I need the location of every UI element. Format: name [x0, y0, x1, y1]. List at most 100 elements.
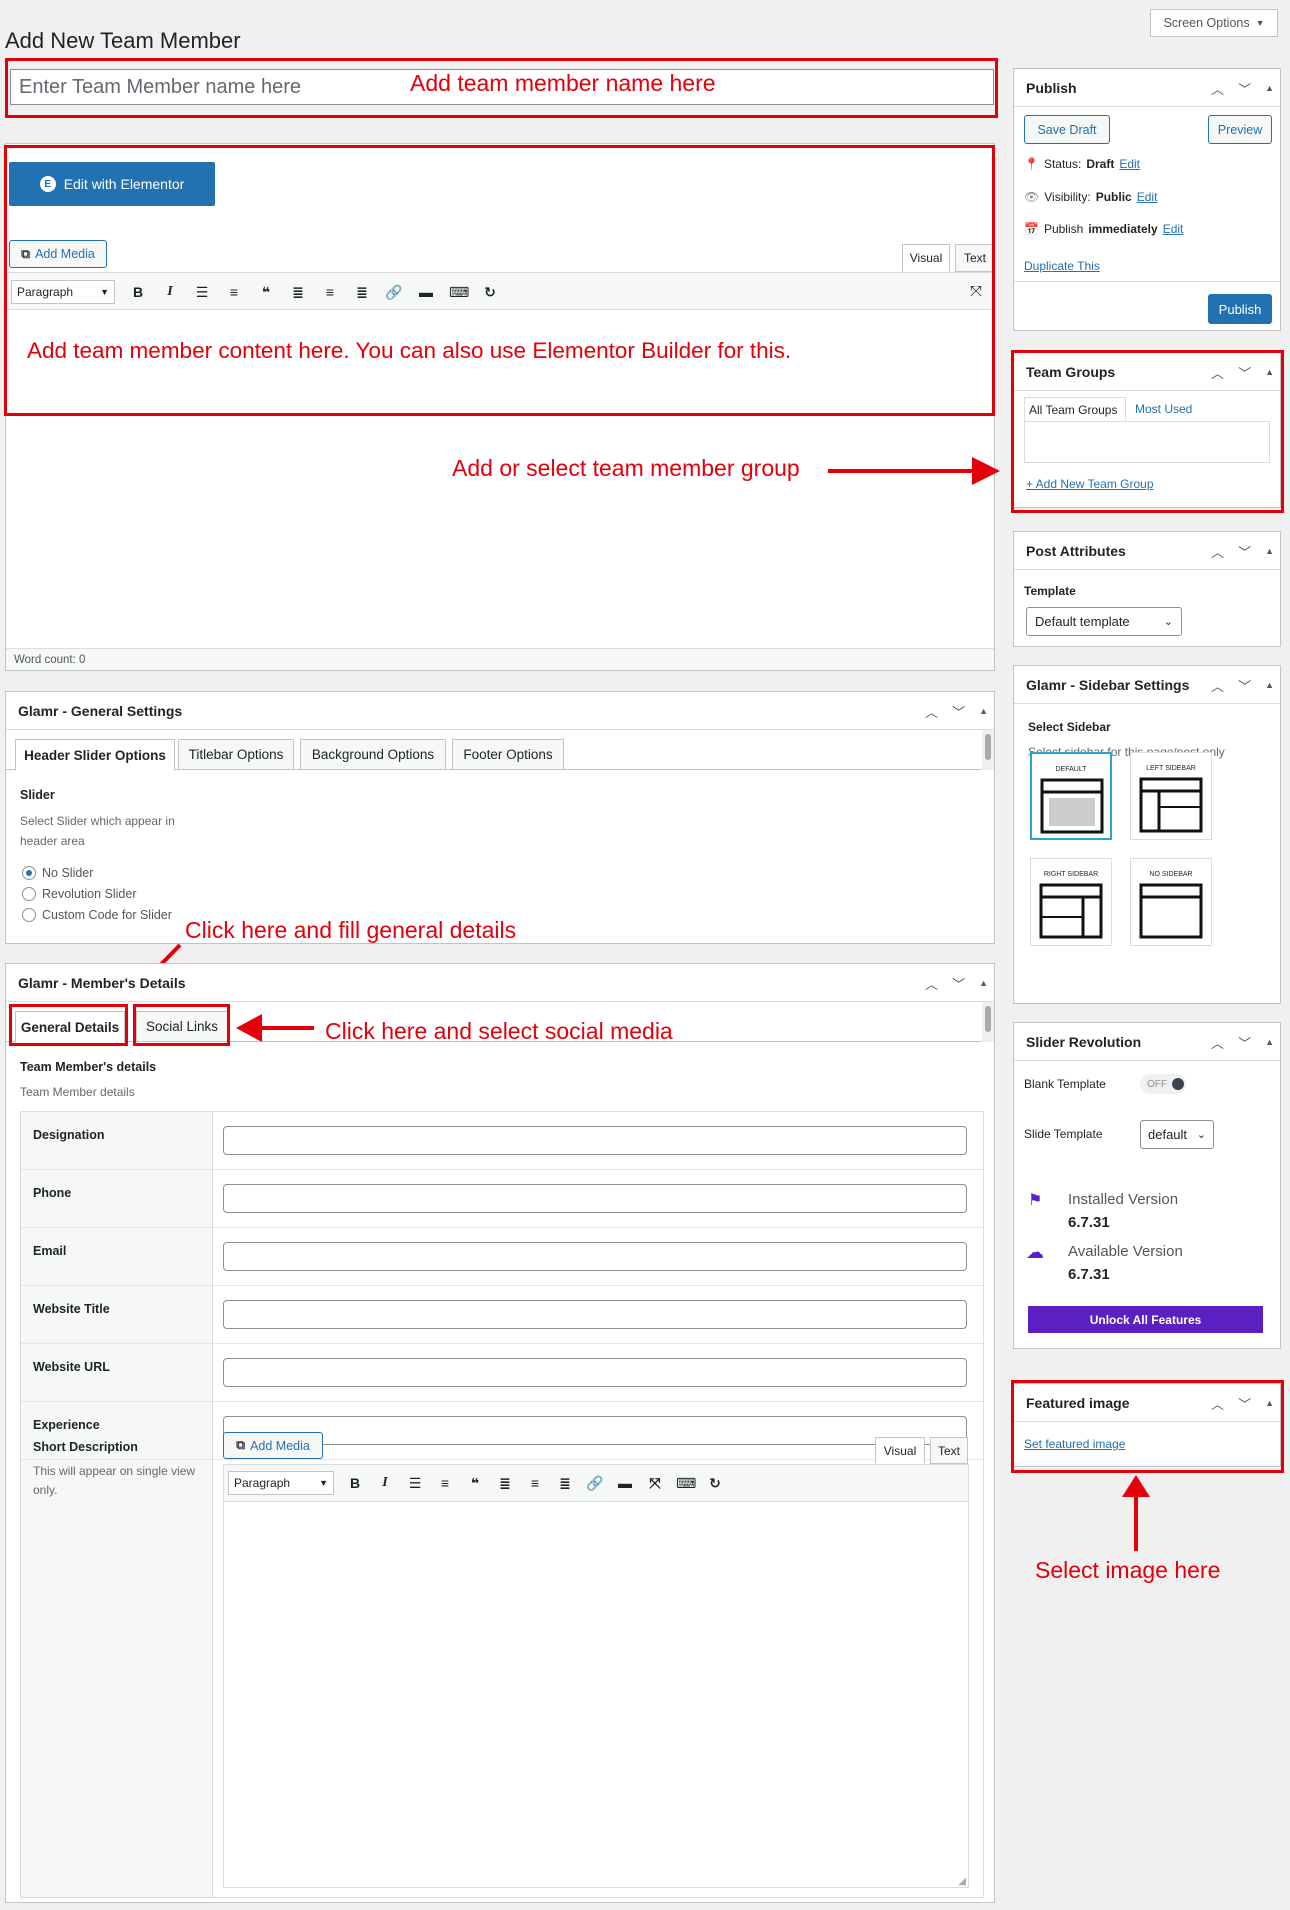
slide-template-select[interactable]: default ⌄ [1140, 1120, 1214, 1149]
template-select[interactable]: Default template ⌄ [1026, 607, 1182, 636]
tab-all-team-groups[interactable]: All Team Groups [1024, 397, 1126, 421]
bullet-list-icon[interactable]: ☰ [193, 284, 211, 301]
move-up-icon[interactable]: ︿ [1211, 363, 1224, 382]
tab-header-slider[interactable]: Header Slider Options [15, 739, 175, 771]
move-down-icon[interactable]: ﹀ [1238, 1394, 1251, 1413]
radio-no-slider[interactable]: No Slider [22, 866, 172, 880]
member-scrollbar[interactable] [982, 1002, 994, 1042]
collapse-icon[interactable]: ▲ [1265, 83, 1274, 93]
field-input[interactable] [223, 1300, 967, 1329]
tab-titlebar[interactable]: Titlebar Options [178, 739, 294, 770]
general-scrollbar[interactable] [982, 730, 994, 770]
field-input[interactable] [223, 1358, 967, 1387]
move-up-icon[interactable]: ︿ [925, 702, 938, 721]
move-down-icon[interactable]: ﹀ [952, 974, 965, 993]
toolbar-toggle-icon[interactable]: ⌨ [676, 1475, 696, 1492]
move-up-icon[interactable]: ︿ [1211, 1033, 1224, 1052]
collapse-icon[interactable]: ▲ [1265, 680, 1274, 690]
tab-footer[interactable]: Footer Options [452, 739, 564, 770]
fullscreen-icon[interactable]: ⤧ [970, 283, 982, 300]
short-desc-textarea[interactable]: ◢ [223, 1502, 969, 1888]
italic-icon[interactable]: I [376, 1475, 394, 1491]
blank-template-toggle[interactable]: OFF [1140, 1074, 1186, 1094]
tab-visual[interactable]: Visual [902, 244, 950, 272]
move-up-icon[interactable]: ︿ [1211, 1394, 1224, 1413]
tab-text-2[interactable]: Text [930, 1437, 968, 1464]
tab-visual-2[interactable]: Visual [875, 1437, 925, 1464]
screen-options-button[interactable]: Screen Options ▼ [1150, 9, 1278, 37]
align-left-icon[interactable]: ≣ [496, 1475, 514, 1492]
bullet-list-icon[interactable]: ☰ [406, 1475, 424, 1492]
publish-edit-link[interactable]: Edit [1163, 222, 1184, 236]
collapse-icon[interactable]: ▲ [1265, 546, 1274, 556]
tab-text[interactable]: Text [955, 244, 995, 272]
move-down-icon[interactable]: ﹀ [1238, 79, 1251, 98]
tab-social-links[interactable]: Social Links [136, 1011, 228, 1042]
align-left-icon[interactable]: ≣ [289, 284, 307, 301]
tab-general-details[interactable]: General Details [15, 1011, 125, 1043]
field-input[interactable] [223, 1184, 967, 1213]
collapse-icon[interactable]: ▲ [979, 706, 988, 716]
collapse-icon[interactable]: ▲ [1265, 1398, 1274, 1408]
align-center-icon[interactable]: ≡ [526, 1475, 544, 1491]
link-icon[interactable]: 🔗 [586, 1475, 604, 1492]
move-down-icon[interactable]: ﹀ [952, 702, 965, 721]
bold-icon[interactable]: B [346, 1475, 364, 1491]
format-select[interactable]: Paragraph ▼ [11, 280, 115, 304]
align-center-icon[interactable]: ≡ [321, 284, 339, 300]
move-up-icon[interactable]: ︿ [1211, 676, 1224, 695]
align-right-icon[interactable]: ≣ [353, 284, 371, 301]
sidebar-option[interactable]: LEFT SIDEBAR [1130, 752, 1212, 840]
edit-with-elementor-button[interactable]: E Edit with Elementor [9, 162, 215, 206]
tab-background[interactable]: Background Options [300, 739, 446, 770]
sidebar-scrollbar[interactable] [1268, 704, 1280, 1003]
tab-most-used[interactable]: Most Used [1135, 402, 1192, 416]
refresh-icon[interactable]: ↻ [706, 1475, 724, 1492]
collapse-icon[interactable]: ▲ [1265, 367, 1274, 377]
italic-icon[interactable]: I [161, 284, 179, 300]
read-more-icon[interactable]: ▬ [417, 284, 435, 300]
set-featured-image-link[interactable]: Set featured image [1024, 1437, 1125, 1451]
fullscreen-icon[interactable]: ⤧ [646, 1475, 664, 1492]
sidebar-option[interactable]: DEFAULT [1030, 752, 1112, 840]
blockquote-icon[interactable]: ❝ [466, 1475, 484, 1492]
publish-button[interactable]: Publish [1208, 294, 1272, 324]
sidebar-option[interactable]: RIGHT SIDEBAR [1030, 858, 1112, 946]
format-select-2[interactable]: Paragraph ▼ [228, 1471, 334, 1495]
radio-custom-code[interactable]: Custom Code for Slider [22, 908, 172, 922]
collapse-icon[interactable]: ▲ [979, 978, 988, 988]
read-more-icon[interactable]: ▬ [616, 1475, 634, 1491]
unlock-all-features-button[interactable]: Unlock All Features [1028, 1306, 1263, 1333]
link-icon[interactable]: 🔗 [385, 284, 403, 301]
field-input[interactable] [223, 1126, 967, 1155]
add-new-team-group-link[interactable]: + Add New Team Group [1026, 477, 1154, 491]
refresh-icon[interactable]: ↻ [481, 284, 499, 301]
duplicate-link[interactable]: Duplicate This [1024, 259, 1100, 273]
status-edit-link[interactable]: Edit [1119, 157, 1140, 171]
toolbar-toggle-icon[interactable]: ⌨ [449, 284, 469, 301]
preview-button[interactable]: Preview [1208, 115, 1272, 144]
sidebar-option[interactable]: NO SIDEBAR [1130, 858, 1212, 946]
sidebar-option-label: LEFT SIDEBAR [1146, 765, 1196, 772]
move-down-icon[interactable]: ﹀ [1238, 542, 1251, 561]
move-down-icon[interactable]: ﹀ [1238, 363, 1251, 382]
field-input[interactable] [223, 1242, 967, 1271]
resize-handle-icon[interactable]: ◢ [958, 1876, 966, 1887]
move-down-icon[interactable]: ﹀ [1238, 1033, 1251, 1052]
add-media-button[interactable]: ⧉ Add Media [9, 240, 107, 268]
move-up-icon[interactable]: ︿ [925, 974, 938, 993]
visibility-edit-link[interactable]: Edit [1137, 190, 1158, 204]
blockquote-icon[interactable]: ❝ [257, 284, 275, 301]
save-draft-button[interactable]: Save Draft [1024, 115, 1110, 144]
move-down-icon[interactable]: ﹀ [1238, 676, 1251, 695]
numbered-list-icon[interactable]: ≡ [436, 1475, 454, 1491]
add-media-button-2[interactable]: ⧉ Add Media [223, 1432, 323, 1459]
numbered-list-icon[interactable]: ≡ [225, 284, 243, 300]
team-groups-list[interactable] [1024, 421, 1270, 463]
collapse-icon[interactable]: ▲ [1265, 1037, 1274, 1047]
radio-revolution-slider[interactable]: Revolution Slider [22, 887, 172, 901]
align-right-icon[interactable]: ≣ [556, 1475, 574, 1492]
move-up-icon[interactable]: ︿ [1211, 542, 1224, 561]
bold-icon[interactable]: B [129, 284, 147, 300]
move-up-icon[interactable]: ︿ [1211, 79, 1224, 98]
